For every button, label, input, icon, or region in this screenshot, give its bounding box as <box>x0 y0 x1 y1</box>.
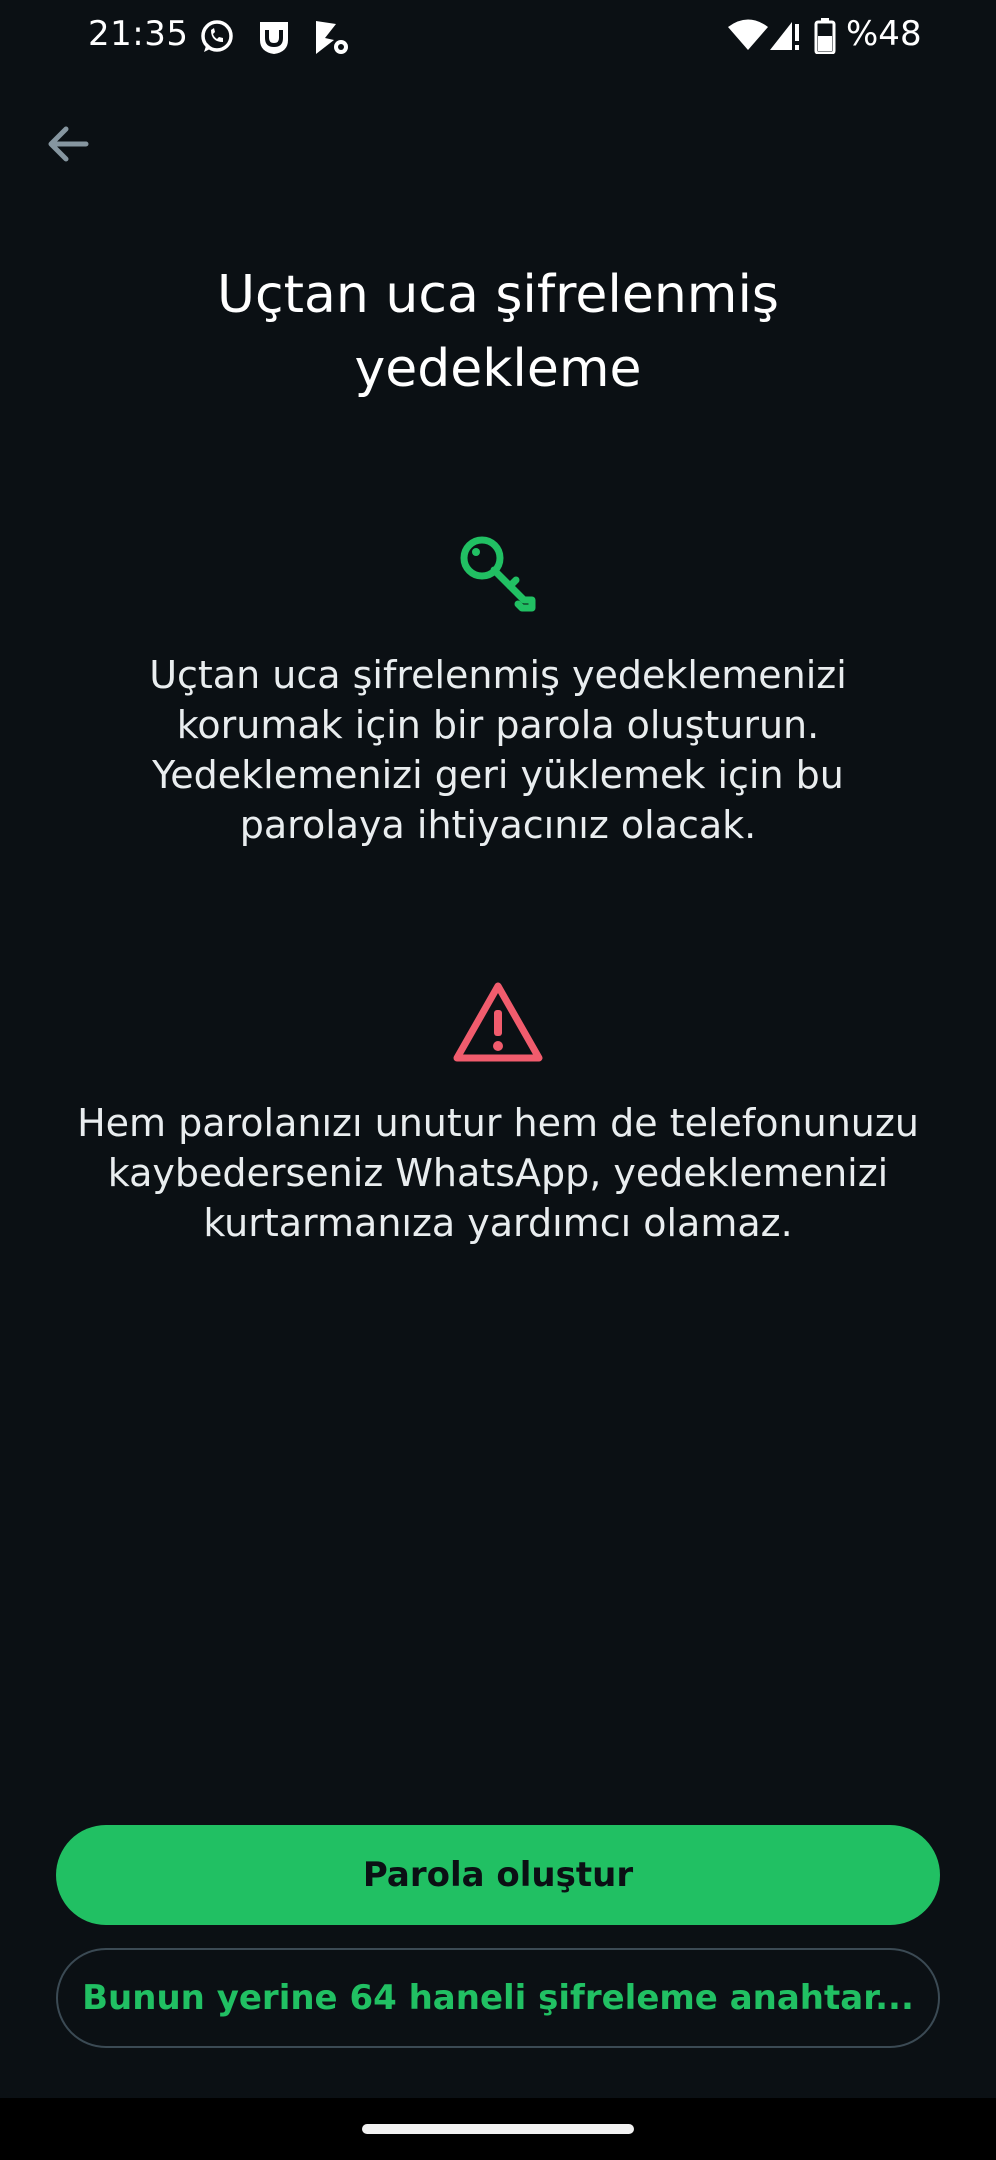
page-title: Uçtan uca şifrelenmiş yedekleme <box>217 265 779 399</box>
key-icon <box>460 536 536 612</box>
signal-icon <box>770 22 799 50</box>
wifi-icon <box>728 19 768 50</box>
warning-triangle-icon <box>453 982 543 1062</box>
use-encryption-key-button-label: Bunun yerine 64 haneli şifreleme anahtar… <box>82 1978 914 2018</box>
info-text: Uçtan uca şifrelenmiş yedeklemenizi koru… <box>149 653 847 847</box>
battery-icon <box>814 18 836 54</box>
backup-encryption-screen: 21:35 %48 Uçtan uca şifrelenmiş yedeklem… <box>0 0 996 2160</box>
whatsapp-icon <box>201 20 233 52</box>
status-time: 21:35 <box>88 14 189 54</box>
notification-app-icon <box>260 22 288 54</box>
create-password-button[interactable]: Parola oluştur <box>56 1825 940 1925</box>
back-arrow-icon[interactable] <box>40 116 96 172</box>
status-bar: 21:35 %48 <box>0 0 996 72</box>
create-password-button-label: Parola oluştur <box>362 1855 634 1895</box>
home-gesture-handle[interactable] <box>362 2124 634 2134</box>
use-encryption-key-button[interactable]: Bunun yerine 64 haneli şifreleme anahtar… <box>56 1948 940 2048</box>
battery-percent: %48 <box>846 14 922 54</box>
warning-text: Hem parolanızı unutur hem de telefonunuz… <box>77 1101 919 1245</box>
media-app-icon <box>316 21 348 54</box>
